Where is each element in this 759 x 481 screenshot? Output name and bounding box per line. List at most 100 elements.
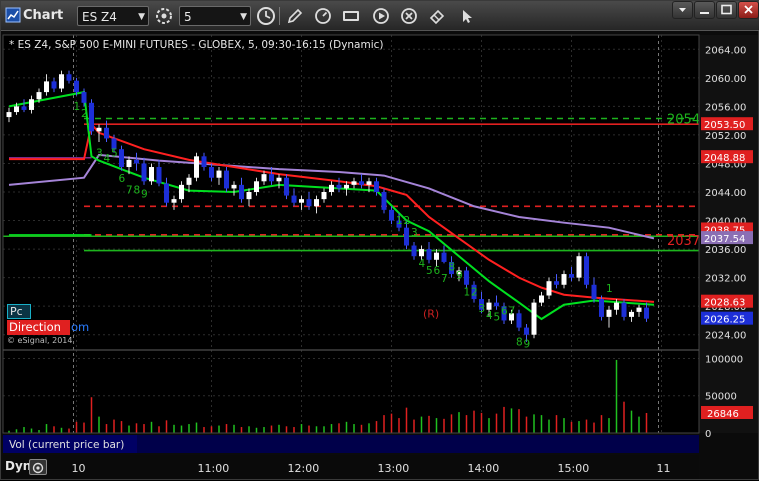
reversal-annotation: (R) — [423, 307, 439, 320]
cursor-icon[interactable] — [456, 6, 478, 26]
count-label: 3 — [411, 227, 418, 239]
count-label: 6 — [434, 265, 441, 277]
minimize-button[interactable] — [694, 1, 715, 19]
candle-body — [269, 174, 274, 182]
direction-suffix: om — [71, 320, 90, 334]
time-tick-label: 15:00 — [558, 462, 590, 475]
price-label-text: 2048.88 — [704, 153, 745, 164]
price-tick-label: 2044.00 — [705, 188, 746, 199]
price-tick-label: 2056.00 — [705, 102, 746, 113]
candle-body — [261, 174, 267, 182]
candle-body — [194, 156, 199, 178]
candle-body — [314, 199, 319, 207]
eraser-icon[interactable] — [426, 6, 448, 26]
level-label: 2054 — [667, 112, 700, 127]
count-label: 6 — [119, 173, 126, 185]
count-label: 3 — [479, 303, 486, 315]
price-tick-label: 2032.00 — [705, 274, 746, 285]
candle-body — [6, 112, 12, 118]
window-menu-button[interactable] — [672, 1, 693, 19]
play-icon[interactable] — [370, 6, 392, 26]
count-label: 4 — [104, 153, 111, 165]
candle-body — [306, 199, 312, 207]
candle-body — [119, 149, 124, 168]
symbol-input[interactable]: ES Z4 ▼ — [77, 6, 149, 26]
count-label: 8 — [516, 336, 523, 348]
time-axis-strip — [137, 435, 699, 453]
candle-body — [246, 192, 252, 200]
price-tick-label: 2052.00 — [705, 131, 746, 142]
dyn-settings-icon[interactable] — [29, 459, 47, 475]
count-label: 1 — [464, 286, 471, 298]
x-icon[interactable] — [398, 6, 420, 26]
count-label: 5 — [426, 265, 433, 277]
count-label: 2 — [81, 108, 88, 120]
count-label: 1 — [74, 101, 81, 113]
time-tick-label: 11:00 — [198, 462, 230, 475]
speedometer-icon[interactable] — [312, 6, 334, 26]
maximize-button[interactable] — [716, 1, 737, 19]
chart-canvas[interactable]: 2064.002060.002056.002052.002048.002044.… — [1, 31, 759, 481]
candle-body — [284, 177, 289, 196]
volume-pane — [3, 351, 699, 433]
interval-input[interactable]: 5 ▼ — [179, 6, 251, 26]
candle-body — [636, 307, 642, 312]
toolbar-divider — [279, 7, 280, 25]
count-label: 1 — [606, 283, 613, 295]
count-label: 8 — [134, 184, 141, 196]
candle-body — [66, 74, 72, 81]
window-title: Chart — [23, 8, 64, 23]
candle-body — [344, 184, 349, 189]
time-tick-label: 12:00 — [288, 462, 320, 475]
volume-last-value: 26846 — [707, 409, 739, 420]
dyn-label: Dyn — [5, 459, 32, 473]
time-tick-label: 13:00 — [378, 462, 410, 475]
candle-body — [171, 199, 177, 203]
candle-body — [299, 199, 304, 203]
chart-window: Chart ES Z4 ▼ 5 ▼ 2064.00 2060.00 2056.0… — [0, 0, 759, 480]
count-label: 6 — [501, 306, 508, 318]
candle-body — [21, 106, 27, 110]
pencil-icon[interactable] — [284, 6, 306, 26]
candle-body — [591, 284, 597, 300]
candle-body — [351, 181, 357, 185]
candle-body — [276, 177, 282, 182]
candle-body — [149, 167, 154, 182]
candle-body — [239, 184, 244, 200]
candle-body — [224, 170, 229, 189]
price-tick-label: 2060.00 — [705, 74, 746, 85]
candle-body — [179, 184, 184, 200]
price-label-text: 2053.50 — [704, 120, 745, 131]
candle-body — [126, 159, 132, 168]
count-label: 4 — [486, 310, 493, 322]
candle-body — [561, 274, 567, 285]
count-label: 1 — [396, 215, 403, 227]
pc-label[interactable]: Pc — [7, 304, 31, 319]
candle-body — [231, 184, 237, 189]
candle-body — [321, 192, 327, 200]
candle-body — [539, 295, 544, 303]
count-label: 9 — [456, 270, 463, 282]
clock-icon[interactable] — [255, 6, 277, 26]
candle-body — [419, 249, 424, 257]
chevron-down-icon[interactable]: ▼ — [138, 7, 145, 27]
candle-body — [516, 313, 522, 328]
chevron-down-icon[interactable]: ▼ — [240, 7, 247, 27]
count-label: 3 — [96, 147, 103, 159]
candle-body — [621, 302, 627, 317]
close-button[interactable] — [738, 1, 759, 19]
time-tick-label: 11 — [657, 462, 671, 475]
time-tick-label: 10 — [72, 462, 86, 475]
candle-body — [104, 127, 109, 139]
interval-value: 5 — [184, 10, 192, 24]
price-tick-label: 2024.00 — [705, 331, 746, 342]
candle-body — [464, 270, 469, 285]
candle-body — [644, 307, 649, 319]
count-label: 2 — [404, 215, 411, 227]
direction-label[interactable]: Direction — [7, 320, 70, 335]
symbol-settings-icon[interactable] — [153, 6, 175, 26]
esignal-credit: © eSignal, 2014 — [7, 336, 73, 345]
sec-icon[interactable] — [340, 6, 362, 26]
candle-body — [156, 167, 162, 184]
count-label: 7 — [441, 273, 448, 285]
